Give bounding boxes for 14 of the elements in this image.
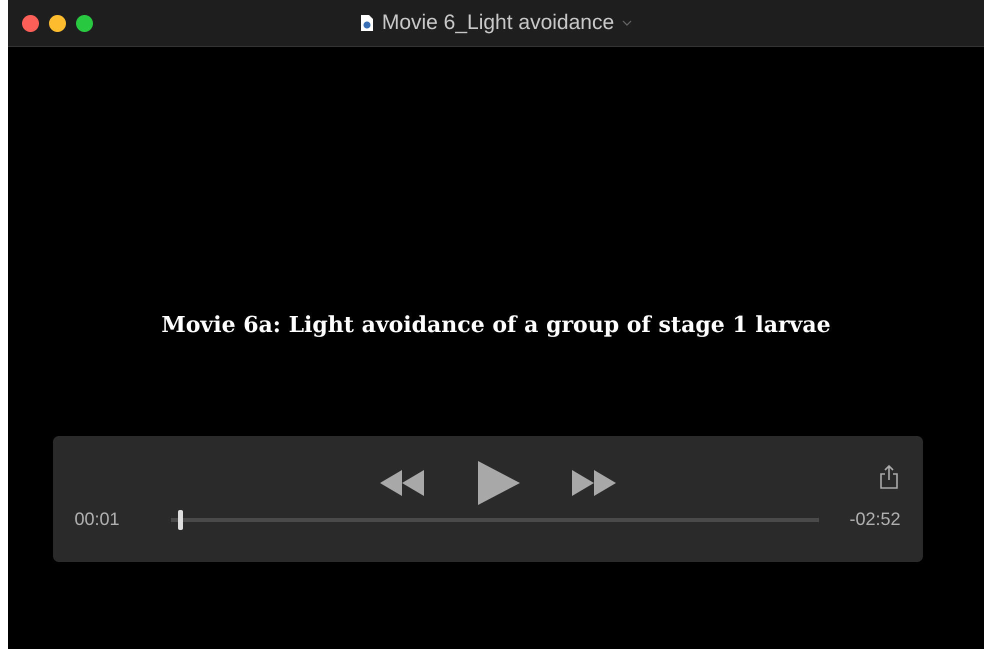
share-icon[interactable] — [878, 464, 898, 490]
window-title: Movie 6_Light avoidance — [382, 10, 614, 36]
elapsed-time: 00:01 — [74, 508, 121, 531]
zoom-button[interactable] — [76, 14, 93, 32]
play-icon[interactable] — [476, 461, 520, 505]
remaining-time: -02:52 — [849, 508, 900, 531]
fast-forward-icon[interactable] — [570, 468, 618, 498]
movie-file-icon — [360, 14, 374, 32]
progress-thumb[interactable] — [178, 510, 183, 530]
minimize-button[interactable] — [49, 14, 66, 32]
close-button[interactable] — [22, 14, 39, 32]
video-caption: Movie 6a: Light avoidance of a group of stage 1 larvae — [161, 311, 831, 340]
chevron-down-icon[interactable] — [622, 20, 632, 26]
rewind-icon[interactable] — [378, 468, 426, 498]
